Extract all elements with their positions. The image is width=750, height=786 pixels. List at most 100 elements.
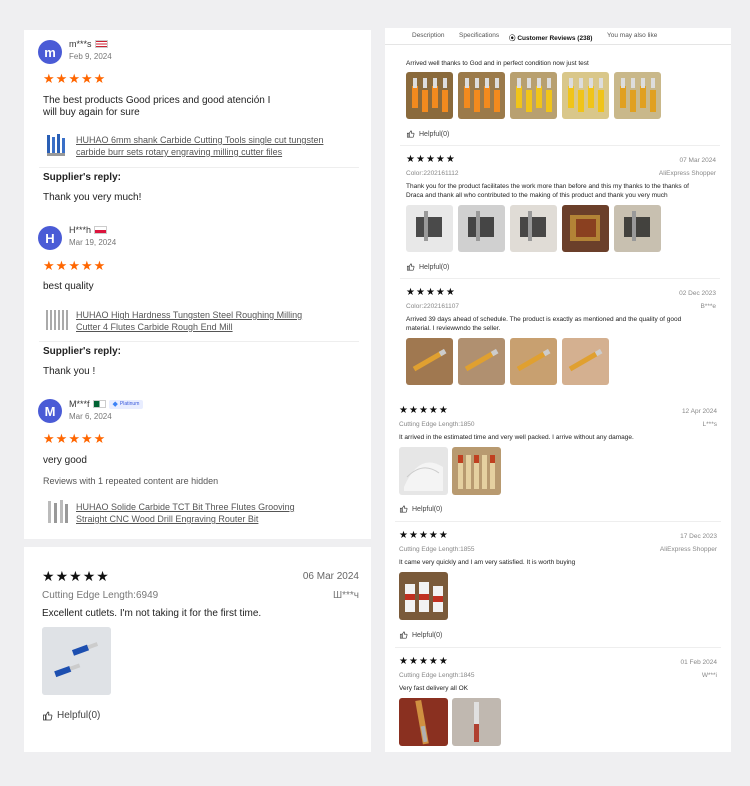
rating-stars: ★ ★ ★ ★ ★ <box>42 569 109 583</box>
review-photo[interactable] <box>562 338 609 385</box>
review-photo[interactable] <box>510 72 557 119</box>
star-icon: ★ <box>55 568 69 584</box>
tab-description[interactable]: Description <box>412 32 445 39</box>
star-icon: ★ <box>96 568 109 584</box>
thumb-up-icon <box>399 631 408 639</box>
helpful-button[interactable]: Helpful(0) <box>399 505 442 513</box>
star-icon: ★ <box>438 656 448 667</box>
star-icon: ★ <box>55 431 68 446</box>
variant-info: Color:2202161107 <box>406 303 460 310</box>
review-photo-image <box>620 78 656 112</box>
review-photo[interactable] <box>399 572 448 620</box>
right-top-reviews-panel: Description Specifications ⦿ Customer Re… <box>385 28 731 402</box>
review-text: will buy again for sure <box>43 107 140 118</box>
review-photo[interactable] <box>452 698 501 746</box>
review-photo[interactable] <box>510 338 557 385</box>
star-icon: ★ <box>55 71 68 86</box>
tab-you-may-also-like[interactable]: You may also like <box>607 32 657 39</box>
star-icon: ★ <box>445 154 455 165</box>
review-photo[interactable] <box>458 72 505 119</box>
star-icon: ★ <box>68 431 80 446</box>
review-text: Very fast delivery all OK <box>399 685 468 692</box>
review-photo[interactable] <box>458 205 505 252</box>
review-date: Mar 19, 2024 <box>69 238 117 247</box>
product-tabs: Description Specifications ⦿ Customer Re… <box>385 28 731 44</box>
review-photo[interactable] <box>406 338 453 385</box>
review-photo[interactable] <box>614 205 661 252</box>
review-photo[interactable] <box>458 338 505 385</box>
review-photo[interactable] <box>562 205 609 252</box>
thumb-up-icon <box>406 263 415 271</box>
location-pin-icon: ⦿ <box>509 35 516 42</box>
star-icon: ★ <box>425 154 435 165</box>
platinum-badge: ◆ Platinum <box>108 399 144 409</box>
tab-customer-reviews[interactable]: ⦿ Customer Reviews (238) <box>509 32 592 42</box>
review-author: W***i <box>701 672 717 679</box>
reviewer-name: M***f ◆ Platinum <box>69 399 144 409</box>
star-icon: ★ <box>399 656 408 667</box>
star-icon: ★ <box>445 287 455 298</box>
review-photo[interactable] <box>399 698 448 746</box>
star-icon: ★ <box>406 287 415 298</box>
rating-stars: ★ ★ ★ ★ ★ <box>406 288 455 298</box>
product-link[interactable]: carbide burr sets rotary engraving milli… <box>76 146 282 158</box>
star-icon: ★ <box>435 287 445 298</box>
supplier-reply-heading: Supplier's reply: <box>43 172 121 183</box>
helpful-label: Helpful(0) <box>57 710 101 721</box>
review-photo[interactable] <box>452 447 501 495</box>
review-text: Draca and thank all who contributed to t… <box>406 192 668 199</box>
helpful-label: Helpful(0) <box>412 631 443 639</box>
product-thumbnail[interactable] <box>43 498 71 526</box>
star-icon: ★ <box>93 71 106 86</box>
helpful-button[interactable]: Helpful(0) <box>42 710 100 721</box>
review-text: It arrived in the estimated time and ver… <box>399 434 634 441</box>
review-photo[interactable] <box>406 205 453 252</box>
left-bottom-review-panel: ★ ★ ★ ★ ★ 06 Mar 2024 Cutting Edge Length:69… <box>24 547 371 752</box>
review-photo[interactable] <box>562 72 609 119</box>
review-photo-image <box>404 462 443 491</box>
helpful-button[interactable]: Helpful(0) <box>399 631 442 639</box>
divider <box>400 145 720 146</box>
product-link[interactable]: HUHAO 6mm shank Carbide Cutting Tools si… <box>76 134 323 146</box>
reviewer-name-text: m***s <box>69 39 92 49</box>
star-icon: ★ <box>428 656 438 667</box>
badge-label: Platinum <box>119 401 140 407</box>
helpful-button[interactable]: Helpful(0) <box>406 130 449 138</box>
variant-info: Cutting Edge Length:1855 <box>399 546 475 553</box>
review-photo[interactable] <box>614 72 661 119</box>
review-photo-image <box>42 627 111 695</box>
reviewer-name-text: H***h <box>69 225 92 235</box>
review-text: Arrived well thanks to God and in perfec… <box>406 60 589 67</box>
review-photo[interactable] <box>406 72 453 119</box>
product-thumbnail[interactable] <box>43 306 71 334</box>
avatar: m <box>38 40 62 64</box>
review-photo-image <box>415 699 429 745</box>
rating-stars: ★ ★ ★ ★ ★ <box>399 406 448 416</box>
product-link[interactable]: Cutter 4 Flutes Carbide Rough End Mill <box>76 321 233 333</box>
star-icon: ★ <box>428 405 438 416</box>
product-thumbnail[interactable] <box>43 131 71 159</box>
right-bottom-reviews-panel: ★ ★ ★ ★ ★ 12 Apr 2024 Cutting Edge Length:18… <box>385 395 731 752</box>
flag-pl-icon <box>94 226 108 234</box>
tab-specifications[interactable]: Specifications <box>459 32 499 39</box>
review-photo[interactable] <box>42 627 111 695</box>
product-link[interactable]: HUHAO High Hardness Tungsten Steel Rough… <box>76 309 302 321</box>
helpful-button[interactable]: Helpful(0) <box>406 263 449 271</box>
product-link[interactable]: HUHAO Solide Carbide TCT Bit Three Flute… <box>76 501 295 513</box>
star-icon: ★ <box>43 71 55 86</box>
review-photo-image <box>474 702 479 742</box>
avatar: M <box>38 399 62 423</box>
review-date: 17 Dec 2023 <box>680 533 717 540</box>
review-photo[interactable] <box>510 205 557 252</box>
product-link[interactable]: Straight CNC Wood Drill Engraving Router… <box>76 513 258 525</box>
review-text: Thank you for the product facilitates th… <box>406 183 689 190</box>
review-author: L***s <box>702 421 717 428</box>
review-photo-image <box>464 78 500 112</box>
reviewer-name-text: M***f <box>69 399 90 409</box>
review-photo-image <box>464 348 499 372</box>
star-icon: ★ <box>408 656 418 667</box>
helpful-label: Helpful(0) <box>419 263 450 271</box>
review-photo[interactable] <box>399 447 448 495</box>
review-photo-image <box>412 348 447 372</box>
star-icon: ★ <box>408 405 418 416</box>
